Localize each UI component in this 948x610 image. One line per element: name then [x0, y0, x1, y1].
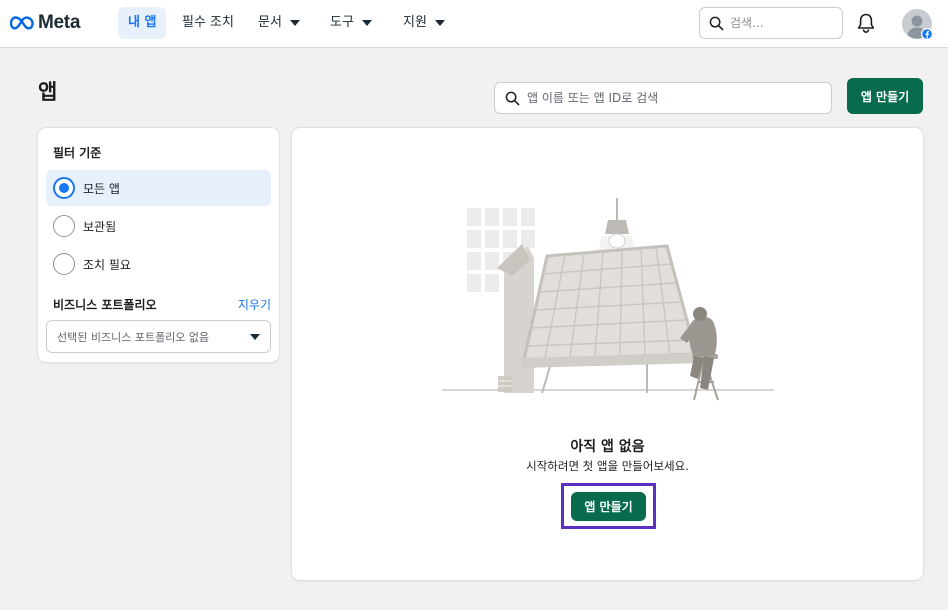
radio-checked-icon[interactable]	[53, 177, 75, 199]
logo-text: Meta	[38, 12, 81, 33]
empty-state-illustration	[442, 198, 774, 401]
profile-avatar[interactable]	[902, 9, 934, 41]
global-search-input[interactable]	[730, 16, 830, 30]
nav-support[interactable]: 지원	[393, 7, 455, 39]
business-portfolio-select[interactable]: 선택된 비즈니스 포트폴리오 없음	[46, 320, 271, 353]
empty-state-create-app-button[interactable]: 앱 만들기	[571, 492, 646, 521]
create-app-button[interactable]: 앱 만들기	[847, 78, 923, 114]
caret-down-icon	[289, 20, 300, 26]
caret-down-icon	[434, 20, 445, 26]
search-icon	[709, 16, 724, 30]
app-search-input[interactable]	[527, 91, 817, 105]
create-app-highlight: 앱 만들기	[561, 483, 656, 529]
page-title: 앱	[38, 80, 58, 104]
clear-filter-link[interactable]: 지우기	[238, 296, 271, 313]
business-portfolio-select-value: 선택된 비즈니스 포트폴리오 없음	[57, 330, 210, 344]
avatar-icon	[902, 9, 933, 40]
nav-docs[interactable]: 문서	[248, 7, 310, 39]
bell-icon	[857, 13, 875, 34]
search-icon	[505, 91, 520, 105]
filter-panel: 필터 기준 모든 앱 보관됨 조치 필요 비즈니스 포트폴리오 지우기 선택된 …	[38, 128, 279, 362]
caret-down-icon	[361, 20, 372, 26]
meta-logo[interactable]: Meta	[10, 12, 80, 34]
filter-option-label: 보관됨	[83, 219, 117, 234]
notifications-button[interactable]	[856, 12, 876, 38]
nav-tools[interactable]: 도구	[320, 7, 382, 39]
caret-down-icon	[250, 333, 260, 340]
radio-unchecked-icon[interactable]	[53, 215, 75, 237]
meta-infinity-icon	[10, 16, 34, 30]
nav-required-actions-label: 필수 조치	[182, 15, 234, 30]
top-navigation: Meta 내 앱 필수 조치 문서 도구 지원	[0, 0, 948, 48]
nav-my-apps[interactable]: 내 앱	[118, 7, 167, 39]
nav-my-apps-label: 내 앱	[128, 15, 157, 30]
filter-option-archived[interactable]: 보관됨	[46, 208, 271, 244]
empty-state-title: 아직 앱 없음	[570, 439, 645, 455]
nav-support-label: 지원	[403, 15, 427, 30]
global-search[interactable]	[699, 7, 843, 39]
nav-tools-label: 도구	[330, 15, 354, 30]
radio-unchecked-icon[interactable]	[53, 253, 75, 275]
nav-docs-label: 문서	[258, 15, 282, 30]
business-portfolio-label: 비즈니스 포트폴리오	[53, 298, 157, 312]
empty-state-subtitle: 시작하려면 첫 앱을 만들어보세요.	[526, 459, 689, 473]
filter-option-label: 조치 필요	[83, 257, 131, 272]
nav-required-actions[interactable]: 필수 조치	[172, 7, 244, 39]
apps-empty-state: 아직 앱 없음 시작하려면 첫 앱을 만들어보세요. 앱 만들기	[292, 128, 923, 580]
filter-option-label: 모든 앱	[83, 181, 120, 196]
filter-title: 필터 기준	[53, 146, 102, 160]
app-search[interactable]	[494, 82, 832, 114]
filter-option-all-apps[interactable]: 모든 앱	[46, 170, 271, 206]
filter-option-action-required[interactable]: 조치 필요	[46, 246, 271, 282]
